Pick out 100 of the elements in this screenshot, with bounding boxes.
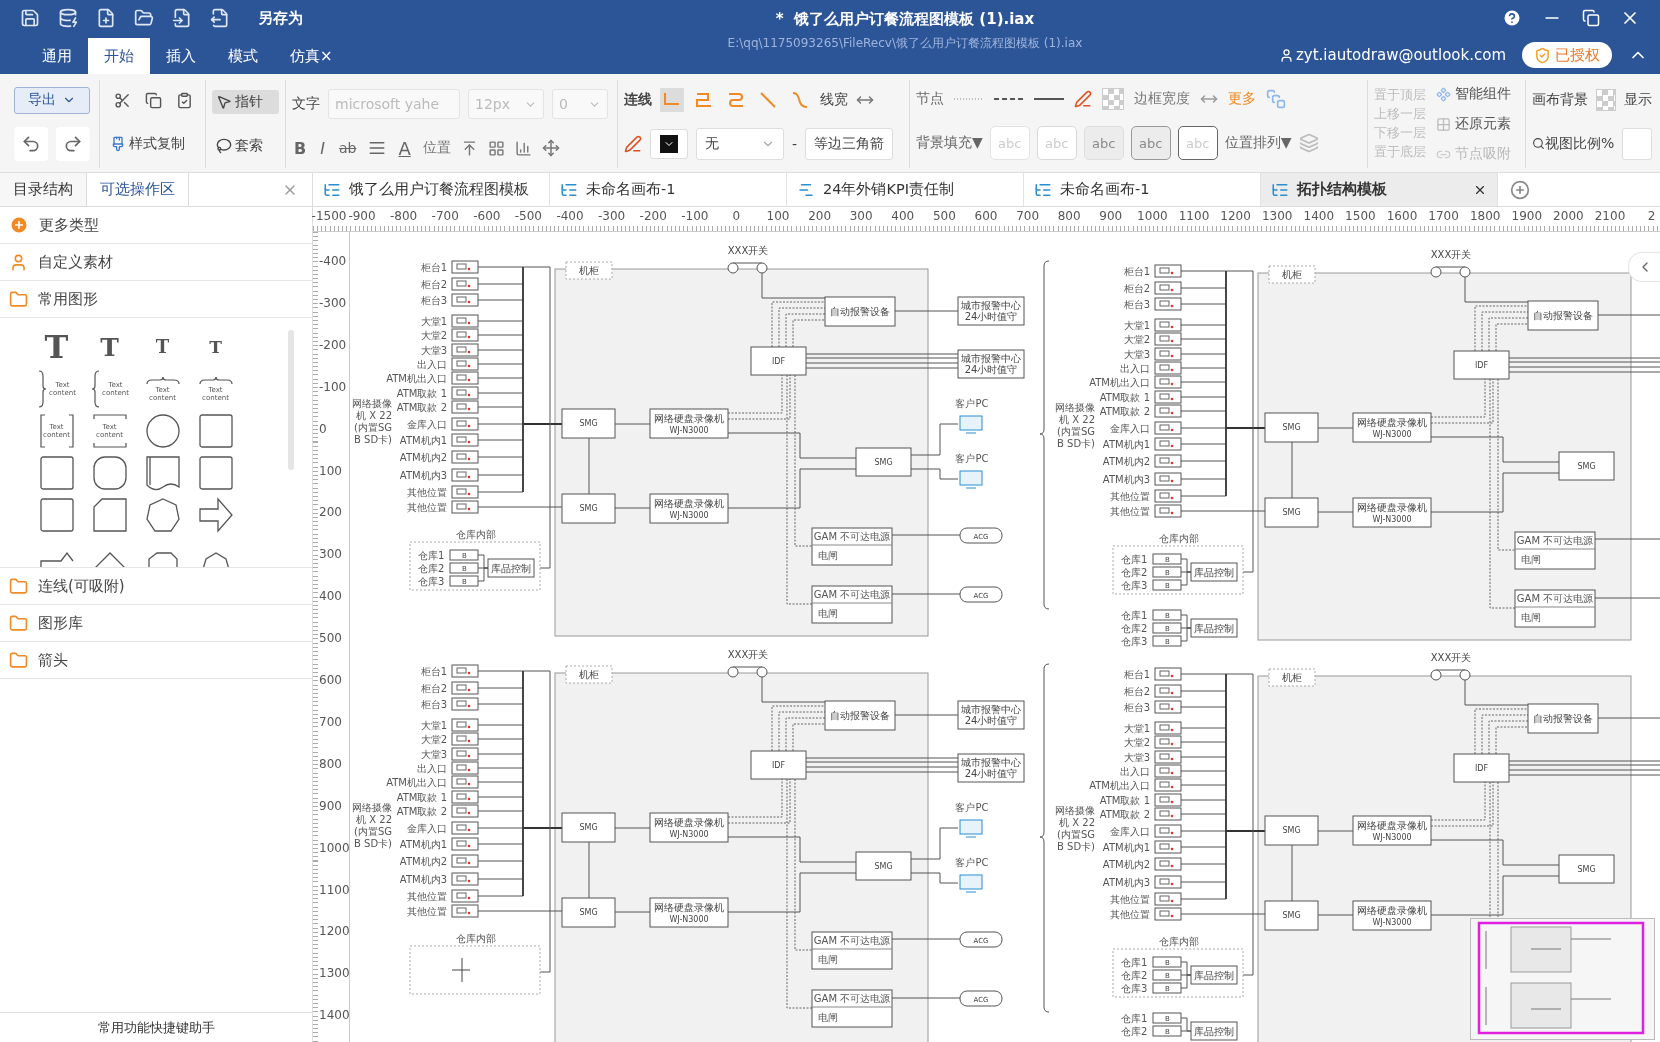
line-color-icon[interactable]	[624, 135, 642, 153]
distribute-icon[interactable]	[487, 139, 505, 157]
border-width-label: 边框宽度	[1134, 90, 1190, 108]
paste-icon[interactable]	[176, 91, 193, 109]
menu-tab[interactable]: 通用	[26, 38, 88, 74]
text-style-button[interactable]: ab	[336, 140, 359, 157]
menu-tab[interactable]: 开始	[88, 38, 150, 74]
camera-icon	[1154, 454, 1182, 468]
dashed-connector-line	[778, 711, 826, 752]
camera-label: 柜台1	[420, 261, 447, 273]
connector-straight-icon[interactable]	[758, 90, 778, 110]
redo-button[interactable]	[56, 127, 90, 162]
arrow-shape-icon[interactable]	[197, 497, 234, 533]
square-shape-icon[interactable]	[38, 455, 75, 491]
text-shape-item[interactable]: T	[189, 326, 242, 368]
import-file-icon[interactable]	[172, 8, 192, 28]
square-shape-icon[interactable]	[38, 497, 75, 533]
camera-icon	[451, 697, 479, 711]
camera-icon	[451, 872, 479, 886]
fill-dropdown[interactable]: 背景填充▼	[916, 134, 983, 152]
restore-element-button[interactable]: 还原元素	[1436, 115, 1511, 133]
switch-drawing	[1430, 266, 1471, 278]
save-icon[interactable]	[20, 8, 40, 28]
export-file-icon[interactable]	[210, 8, 230, 28]
move-icon[interactable]	[541, 139, 560, 158]
section-label[interactable]: 连线(可吸附)	[38, 576, 125, 596]
arrow-start-select[interactable]: 无	[696, 128, 784, 160]
section-label[interactable]: 自定义素材	[38, 252, 113, 272]
document-tab[interactable]: 拓扑结构模板	[1261, 173, 1498, 206]
cut-corner-shape-icon[interactable]	[91, 497, 128, 533]
solid-line-icon[interactable]	[1034, 97, 1064, 101]
square-shape-icon[interactable]	[197, 413, 234, 449]
line-color-swatch[interactable]	[650, 129, 688, 159]
storage-title: 仓库内部	[456, 933, 496, 944]
camera-label: 柜台3	[420, 294, 447, 306]
help-icon[interactable]	[1502, 8, 1522, 28]
camera-icon	[1154, 907, 1182, 921]
align-bottom-icon[interactable]	[514, 139, 532, 157]
menu-tab[interactable]: 模式	[212, 38, 274, 74]
text-shape-item[interactable]: T	[136, 326, 189, 368]
zoom-field[interactable]	[1622, 127, 1652, 160]
ruler-number: 1500	[1345, 209, 1376, 223]
font-color-button[interactable]: A	[396, 137, 413, 159]
folder-icon[interactable]	[134, 8, 154, 28]
camera-label: ATM机出入口	[1089, 376, 1150, 388]
room-label: 仓库2	[1121, 567, 1148, 578]
camera-label: ATM取款 1	[396, 387, 447, 399]
pointer-tool-button[interactable]: 指针	[212, 90, 279, 114]
camera-icon	[1154, 667, 1182, 681]
rounded-shape-icon[interactable]	[91, 455, 128, 491]
center-box: 城市报警中心 24小时值守	[957, 753, 1025, 783]
minimap[interactable]	[1470, 918, 1655, 1040]
add-tab-icon[interactable]	[1510, 179, 1530, 200]
arrange-dropdown[interactable]: 位置排列▼	[1224, 134, 1292, 152]
smart-component-button[interactable]: 智能组件	[1436, 85, 1511, 103]
camera-label: ATM机内2	[1102, 858, 1150, 870]
camera-label: ATM机内3	[1102, 876, 1150, 888]
connector-double-icon[interactable]	[694, 90, 714, 110]
camera-icon	[451, 277, 479, 291]
undo-button[interactable]	[14, 127, 48, 162]
restore-icon[interactable]	[1582, 9, 1600, 27]
ruler-number: 800	[1057, 209, 1081, 223]
text-style-button[interactable]: B	[292, 138, 309, 158]
arrow-end-select[interactable]: 等边三角箭	[805, 128, 894, 160]
text-shape-item[interactable]: T	[83, 326, 136, 368]
section-label[interactable]: 箭头	[38, 650, 68, 670]
heptagon-shape-icon[interactable]	[144, 497, 181, 533]
section-label[interactable]: 图形库	[38, 613, 83, 633]
connector-curve-icon[interactable]	[790, 90, 810, 110]
circle-shape-icon[interactable]	[144, 413, 181, 449]
database-icon[interactable]	[58, 8, 78, 28]
document-shape-icon[interactable]	[144, 455, 181, 491]
account-email[interactable]: zyt.iautodraw@outlook.com	[1278, 46, 1506, 64]
smg-box: SMG	[561, 812, 616, 843]
copy-icon[interactable]	[145, 91, 162, 109]
menu-tab[interactable]: 仿真×	[274, 38, 349, 74]
menu-tab[interactable]: 插入	[150, 38, 212, 74]
text-shape-item[interactable]: T	[30, 326, 83, 368]
camera-icon	[1154, 721, 1182, 735]
format-painter-button[interactable]: 样式复制	[106, 132, 199, 157]
connector-loop-icon[interactable]	[726, 90, 746, 110]
save-as-button[interactable]: 另存为	[258, 8, 303, 28]
dotted-line-icon[interactable]	[954, 97, 984, 101]
panel-tab[interactable]: 目录结构	[0, 173, 87, 206]
dashed-line-icon[interactable]	[994, 97, 1024, 101]
ruler-number: 1400	[1303, 209, 1335, 223]
ruler-number: 1200	[319, 924, 350, 939]
export-button[interactable]: 导出	[14, 86, 90, 114]
brush-icon	[110, 136, 126, 153]
section-label[interactable]: 常用图形	[38, 289, 98, 309]
square-shape-icon[interactable]	[197, 455, 234, 491]
room-label: 仓库3	[1121, 983, 1148, 994]
new-file-icon[interactable]	[96, 8, 116, 28]
cut-icon[interactable]	[114, 91, 131, 109]
shortcut-helper-link[interactable]: 常用功能快捷键助手	[0, 1012, 312, 1042]
border-color-icon[interactable]	[1074, 90, 1092, 108]
lasso-tool-button[interactable]: 套索	[212, 134, 279, 158]
text-style-button[interactable]: I	[318, 138, 327, 158]
section-label[interactable]: 更多类型	[39, 215, 99, 235]
ruler-number: -300	[598, 209, 626, 223]
